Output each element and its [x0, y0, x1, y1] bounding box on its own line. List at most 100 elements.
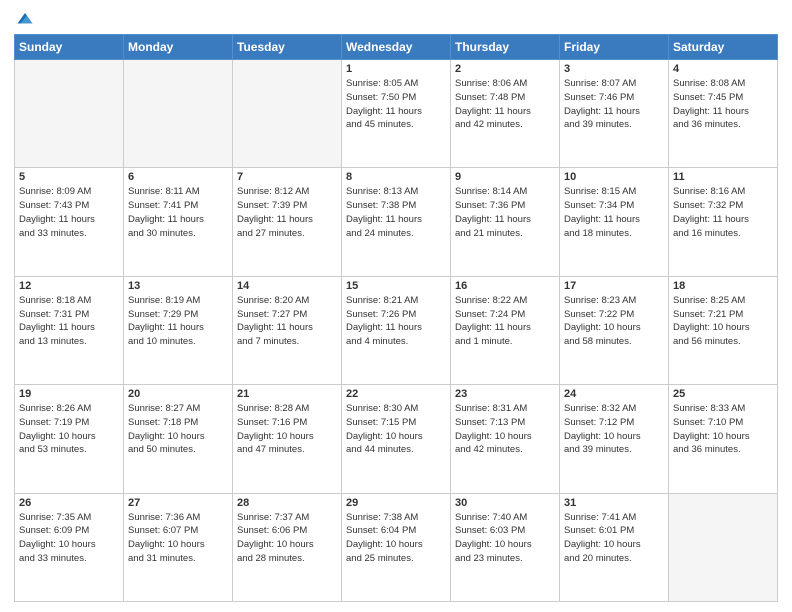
- day-info: Sunrise: 7:41 AM Sunset: 6:01 PM Dayligh…: [564, 511, 664, 566]
- calendar-cell: 27 Sunrise: 7:36 AM Sunset: 6:07 PM Dayli…: [124, 493, 233, 601]
- day-number: 31: [564, 497, 664, 509]
- weekday-header-friday: Friday: [560, 35, 669, 60]
- weekday-header-monday: Monday: [124, 35, 233, 60]
- calendar-cell: 21 Sunrise: 8:28 AM Sunset: 7:16 PM Dayli…: [233, 385, 342, 493]
- calendar-cell: 9Sunrise: 8:14 AM Sunset: 7:36 PM Daylig…: [451, 168, 560, 276]
- calendar-cell: 11Sunrise: 8:16 AM Sunset: 7:32 PM Dayli…: [669, 168, 778, 276]
- day-info: Sunrise: 8:30 AM Sunset: 7:15 PM Dayligh…: [346, 402, 446, 457]
- day-number: 14: [237, 280, 337, 292]
- calendar-cell: 31 Sunrise: 7:41 AM Sunset: 6:01 PM Dayli…: [560, 493, 669, 601]
- day-info: Sunrise: 8:12 AM Sunset: 7:39 PM Dayligh…: [237, 185, 337, 240]
- day-info: Sunrise: 8:28 AM Sunset: 7:16 PM Dayligh…: [237, 402, 337, 457]
- calendar-week-row: 12 Sunrise: 8:18 AM Sunset: 7:31 PM Dayli…: [15, 276, 778, 384]
- calendar-week-row: 19 Sunrise: 8:26 AM Sunset: 7:19 PM Dayli…: [15, 385, 778, 493]
- weekday-header-tuesday: Tuesday: [233, 35, 342, 60]
- day-info: Sunrise: 7:35 AM Sunset: 6:09 PM Dayligh…: [19, 511, 119, 566]
- calendar-cell: 5 Sunrise: 8:09 AM Sunset: 7:43 PM Daylig…: [15, 168, 124, 276]
- calendar-cell: 25 Sunrise: 8:33 AM Sunset: 7:10 PM Dayli…: [669, 385, 778, 493]
- day-number: 24: [564, 388, 664, 400]
- weekday-header-saturday: Saturday: [669, 35, 778, 60]
- day-info: Sunrise: 7:38 AM Sunset: 6:04 PM Dayligh…: [346, 511, 446, 566]
- day-info: Sunrise: 8:16 AM Sunset: 7:32 PM Dayligh…: [673, 185, 773, 240]
- day-number: 9: [455, 171, 555, 183]
- calendar-cell: 12 Sunrise: 8:18 AM Sunset: 7:31 PM Dayli…: [15, 276, 124, 384]
- day-info: Sunrise: 8:09 AM Sunset: 7:43 PM Dayligh…: [19, 185, 119, 240]
- day-number: 28: [237, 497, 337, 509]
- day-number: 5: [19, 171, 119, 183]
- weekday-header-sunday: Sunday: [15, 35, 124, 60]
- calendar-cell: 10 Sunrise: 8:15 AM Sunset: 7:34 PM Dayli…: [560, 168, 669, 276]
- calendar-cell: 29 Sunrise: 7:38 AM Sunset: 6:04 PM Dayli…: [342, 493, 451, 601]
- calendar-cell: 20Sunrise: 8:27 AM Sunset: 7:18 PM Dayli…: [124, 385, 233, 493]
- day-number: 30: [455, 497, 555, 509]
- page: SundayMondayTuesdayWednesdayThursdayFrid…: [0, 0, 792, 612]
- day-info: Sunrise: 8:19 AM Sunset: 7:29 PM Dayligh…: [128, 294, 228, 349]
- day-info: Sunrise: 8:26 AM Sunset: 7:19 PM Dayligh…: [19, 402, 119, 457]
- calendar-cell: 28 Sunrise: 7:37 AM Sunset: 6:06 PM Dayli…: [233, 493, 342, 601]
- calendar-cell: 15 Sunrise: 8:21 AM Sunset: 7:26 PM Dayli…: [342, 276, 451, 384]
- day-info: Sunrise: 8:27 AM Sunset: 7:18 PM Dayligh…: [128, 402, 228, 457]
- day-number: 16: [455, 280, 555, 292]
- calendar-cell: 8 Sunrise: 8:13 AM Sunset: 7:38 PM Daylig…: [342, 168, 451, 276]
- calendar-week-row: 5 Sunrise: 8:09 AM Sunset: 7:43 PM Daylig…: [15, 168, 778, 276]
- day-info: Sunrise: 7:36 AM Sunset: 6:07 PM Dayligh…: [128, 511, 228, 566]
- day-number: 18: [673, 280, 773, 292]
- calendar-cell: 14 Sunrise: 8:20 AM Sunset: 7:27 PM Dayli…: [233, 276, 342, 384]
- calendar-cell: 24 Sunrise: 8:32 AM Sunset: 7:12 PM Dayli…: [560, 385, 669, 493]
- day-info: Sunrise: 8:13 AM Sunset: 7:38 PM Dayligh…: [346, 185, 446, 240]
- calendar-cell: [15, 60, 124, 168]
- day-info: Sunrise: 8:18 AM Sunset: 7:31 PM Dayligh…: [19, 294, 119, 349]
- day-info: Sunrise: 7:40 AM Sunset: 6:03 PM Dayligh…: [455, 511, 555, 566]
- calendar-cell: 16Sunrise: 8:22 AM Sunset: 7:24 PM Dayli…: [451, 276, 560, 384]
- day-number: 15: [346, 280, 446, 292]
- calendar-cell: 6 Sunrise: 8:11 AM Sunset: 7:41 PM Daylig…: [124, 168, 233, 276]
- calendar-cell: 26 Sunrise: 7:35 AM Sunset: 6:09 PM Dayli…: [15, 493, 124, 601]
- day-info: Sunrise: 8:15 AM Sunset: 7:34 PM Dayligh…: [564, 185, 664, 240]
- header: [14, 10, 778, 28]
- day-number: 1: [346, 63, 446, 75]
- day-info: Sunrise: 8:25 AM Sunset: 7:21 PM Dayligh…: [673, 294, 773, 349]
- day-number: 26: [19, 497, 119, 509]
- day-number: 22: [346, 388, 446, 400]
- day-info: Sunrise: 8:06 AM Sunset: 7:48 PM Dayligh…: [455, 77, 555, 132]
- day-number: 29: [346, 497, 446, 509]
- day-info: Sunrise: 8:33 AM Sunset: 7:10 PM Dayligh…: [673, 402, 773, 457]
- calendar-cell: 22 Sunrise: 8:30 AM Sunset: 7:15 PM Dayli…: [342, 385, 451, 493]
- day-number: 19: [19, 388, 119, 400]
- day-number: 10: [564, 171, 664, 183]
- day-number: 4: [673, 63, 773, 75]
- day-number: 27: [128, 497, 228, 509]
- day-info: Sunrise: 7:37 AM Sunset: 6:06 PM Dayligh…: [237, 511, 337, 566]
- day-info: Sunrise: 8:07 AM Sunset: 7:46 PM Dayligh…: [564, 77, 664, 132]
- calendar-table: SundayMondayTuesdayWednesdayThursdayFrid…: [14, 34, 778, 602]
- day-number: 21: [237, 388, 337, 400]
- calendar-cell: 1 Sunrise: 8:05 AM Sunset: 7:50 PM Daylig…: [342, 60, 451, 168]
- day-number: 25: [673, 388, 773, 400]
- day-number: 6: [128, 171, 228, 183]
- calendar-cell: 23 Sunrise: 8:31 AM Sunset: 7:13 PM Dayli…: [451, 385, 560, 493]
- day-info: Sunrise: 8:05 AM Sunset: 7:50 PM Dayligh…: [346, 77, 446, 132]
- calendar-cell: 7 Sunrise: 8:12 AM Sunset: 7:39 PM Daylig…: [233, 168, 342, 276]
- day-info: Sunrise: 8:20 AM Sunset: 7:27 PM Dayligh…: [237, 294, 337, 349]
- calendar-header-row: SundayMondayTuesdayWednesdayThursdayFrid…: [15, 35, 778, 60]
- calendar-cell: 18 Sunrise: 8:25 AM Sunset: 7:21 PM Dayli…: [669, 276, 778, 384]
- calendar-cell: 30 Sunrise: 7:40 AM Sunset: 6:03 PM Dayli…: [451, 493, 560, 601]
- day-info: Sunrise: 8:21 AM Sunset: 7:26 PM Dayligh…: [346, 294, 446, 349]
- calendar-cell: [124, 60, 233, 168]
- day-number: 23: [455, 388, 555, 400]
- day-number: 17: [564, 280, 664, 292]
- calendar-cell: 13Sunrise: 8:19 AM Sunset: 7:29 PM Dayli…: [124, 276, 233, 384]
- calendar-cell: 4 Sunrise: 8:08 AM Sunset: 7:45 PM Daylig…: [669, 60, 778, 168]
- calendar-cell: [669, 493, 778, 601]
- day-info: Sunrise: 8:31 AM Sunset: 7:13 PM Dayligh…: [455, 402, 555, 457]
- day-info: Sunrise: 8:11 AM Sunset: 7:41 PM Dayligh…: [128, 185, 228, 240]
- day-number: 8: [346, 171, 446, 183]
- logo: [14, 10, 36, 28]
- day-number: 12: [19, 280, 119, 292]
- day-info: Sunrise: 8:08 AM Sunset: 7:45 PM Dayligh…: [673, 77, 773, 132]
- day-info: Sunrise: 8:23 AM Sunset: 7:22 PM Dayligh…: [564, 294, 664, 349]
- day-number: 7: [237, 171, 337, 183]
- day-info: Sunrise: 8:32 AM Sunset: 7:12 PM Dayligh…: [564, 402, 664, 457]
- weekday-header-wednesday: Wednesday: [342, 35, 451, 60]
- calendar-week-row: 1 Sunrise: 8:05 AM Sunset: 7:50 PM Daylig…: [15, 60, 778, 168]
